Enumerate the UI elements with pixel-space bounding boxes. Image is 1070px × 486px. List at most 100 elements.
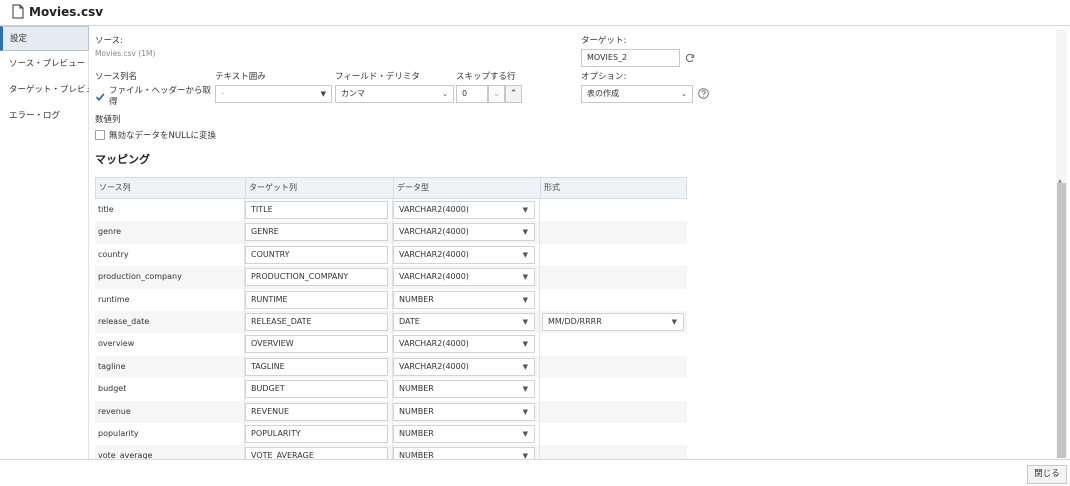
null-conversion-label: 無効なデータをNULLに変換 [109, 131, 217, 141]
datatype-select[interactable]: VARCHAR2(4000) ▼ [393, 335, 535, 354]
datatype-select[interactable]: NUMBER ▼ [393, 402, 535, 421]
source-column-name: genre [98, 227, 122, 237]
datatype-value: VARCHAR2(4000) [399, 339, 469, 349]
source-column-name: country [98, 249, 129, 259]
scrollbar-thumb[interactable] [1057, 183, 1066, 458]
column-header-datatype: データ型 [394, 178, 541, 198]
field-delimiter-select[interactable]: カンマ ⌄ [335, 85, 454, 103]
datatype-select[interactable]: NUMBER ▼ [393, 290, 535, 309]
sidebar-item-target-preview[interactable]: ターゲット・プレビュー [0, 78, 89, 103]
table-row: production_company PRODUCTION_COMPANY VARC… [95, 266, 687, 289]
header-checkbox[interactable] [95, 92, 105, 102]
datatype-value: VARCHAR2(4000) [399, 227, 469, 237]
datatype-select[interactable]: VARCHAR2(4000) ▼ [393, 245, 535, 264]
table-row: overview OVERVIEW VARCHAR2(4000) ▼ [95, 333, 687, 356]
datatype-select[interactable]: NUMBER ▼ [393, 425, 535, 443]
column-divider [539, 423, 540, 446]
column-divider [539, 266, 540, 289]
column-divider [539, 311, 540, 334]
datatype-select[interactable]: VARCHAR2(4000) ▼ [393, 268, 535, 287]
table-row: popularity POPULARITY NUMBER ▼ [95, 423, 687, 446]
table-row: budget BUDGET NUMBER ▼ [95, 378, 687, 401]
table-row: release_date RELEASE_DATE DATE ▼ MM/DD/RRRR ▼ [95, 311, 687, 334]
chevron-down-icon: ⌄ [492, 89, 501, 99]
options-label: オプション: [581, 72, 627, 82]
column-header-source: ソース列 [96, 178, 246, 198]
target-column-input[interactable]: RUNTIME [245, 290, 388, 309]
table-row: genre GENRE VARCHAR2(4000) ▼ [95, 221, 687, 244]
source-columns-label: ソース列名 [95, 72, 138, 82]
help-icon[interactable] [698, 88, 709, 99]
null-conversion-checkbox[interactable] [95, 130, 105, 140]
datatype-select[interactable]: DATE ▼ [393, 313, 535, 331]
target-column-input[interactable]: TAGLINE [245, 357, 388, 376]
datatype-value: DATE [399, 317, 420, 326]
text-enclosure-value: - [221, 89, 224, 98]
skip-rows-input[interactable]: 0 [456, 85, 488, 103]
datatype-value: VARCHAR2(4000) [399, 272, 469, 282]
datatype-value: VARCHAR2(4000) [399, 205, 469, 214]
caret-down-icon: ▼ [522, 295, 528, 304]
column-divider [539, 355, 540, 379]
skip-rows-increment-button[interactable]: ⌃ [505, 85, 522, 103]
skip-rows-decrement-button[interactable]: ⌄ [488, 85, 505, 103]
target-column-input[interactable]: OVERVIEW [245, 335, 388, 354]
caret-down-icon: ▼ [522, 340, 528, 349]
refresh-icon[interactable] [685, 53, 695, 63]
target-column-input[interactable]: GENRE [245, 223, 388, 242]
target-column-input[interactable]: RELEASE_DATE [245, 313, 388, 331]
close-button[interactable]: 閉じる [1027, 465, 1067, 484]
sidebar-item-error-log[interactable]: エラー・ログ [0, 104, 89, 129]
source-column-name: revenue [98, 406, 131, 416]
datatype-select[interactable]: VARCHAR2(4000) ▼ [393, 357, 535, 376]
target-column-input[interactable]: BUDGET [245, 380, 388, 399]
format-select[interactable]: MM/DD/RRRR ▼ [542, 313, 684, 331]
column-divider [539, 243, 540, 267]
options-select[interactable]: 表の作成 ⌄ [581, 85, 693, 103]
numeric-columns-label: 数値列 [95, 115, 121, 125]
source-column-name: release_date [98, 317, 150, 326]
table-row: title TITLE VARCHAR2(4000) ▼ [95, 199, 687, 222]
table-row: tagline TAGLINE VARCHAR2(4000) ▼ [95, 355, 687, 379]
caret-down-icon: ▼ [522, 362, 528, 371]
target-input[interactable]: MOVIES_2 [581, 49, 680, 67]
target-column-input[interactable]: TITLE [245, 201, 388, 219]
datatype-select[interactable]: VARCHAR2(4000) ▼ [393, 201, 535, 219]
caret-down-icon: ▼ [522, 318, 528, 326]
table-row: runtime RUNTIME NUMBER ▼ [95, 288, 687, 311]
caret-down-icon: ▼ [522, 250, 528, 259]
text-enclosure-select[interactable]: - ▼ [215, 85, 332, 103]
target-column-input[interactable]: POPULARITY [245, 425, 388, 443]
target-column-input[interactable]: PRODUCTION_COMPANY [245, 268, 388, 287]
chevron-down-icon: ⌄ [442, 90, 448, 98]
target-column-input[interactable]: REVENUE [245, 402, 388, 421]
datatype-value: NUMBER [399, 406, 434, 416]
source-column-name: runtime [98, 294, 130, 304]
column-divider [539, 288, 540, 311]
window-title: Movies.csv [29, 5, 104, 19]
caret-down-icon: ▼ [522, 407, 528, 416]
title-bar: Movies.csv [0, 0, 1070, 26]
datatype-select[interactable]: VARCHAR2(4000) ▼ [393, 223, 535, 242]
scroll-up-arrow-icon[interactable]: ▲ [1058, 178, 1062, 184]
source-column-name: budget [98, 384, 127, 394]
source-label: ソース: [95, 36, 123, 46]
sidebar-item-settings[interactable]: 設定 [0, 26, 89, 51]
column-divider [539, 199, 540, 222]
chevron-up-icon: ⌃ [509, 89, 518, 99]
datatype-select[interactable]: NUMBER ▼ [393, 380, 535, 399]
column-divider [539, 333, 540, 356]
header-checkbox-label: ファイル・ヘッダーから取得 [109, 86, 212, 107]
footer-bar: 閉じる [0, 459, 1070, 486]
table-header: ソース列 ターゲット列 データ型 形式 [95, 177, 687, 199]
target-column-input[interactable]: COUNTRY [245, 245, 388, 264]
datatype-value: VARCHAR2(4000) [399, 361, 469, 371]
target-label: ターゲット: [581, 36, 627, 46]
datatype-value: NUMBER [399, 384, 434, 394]
column-divider [539, 378, 540, 401]
caret-down-icon: ▼ [671, 318, 677, 326]
sidebar-item-source-preview[interactable]: ソース・プレビュー [0, 52, 89, 77]
column-divider [539, 400, 540, 423]
source-column-name: tagline [98, 361, 126, 371]
source-column-name: popularity [98, 429, 139, 438]
